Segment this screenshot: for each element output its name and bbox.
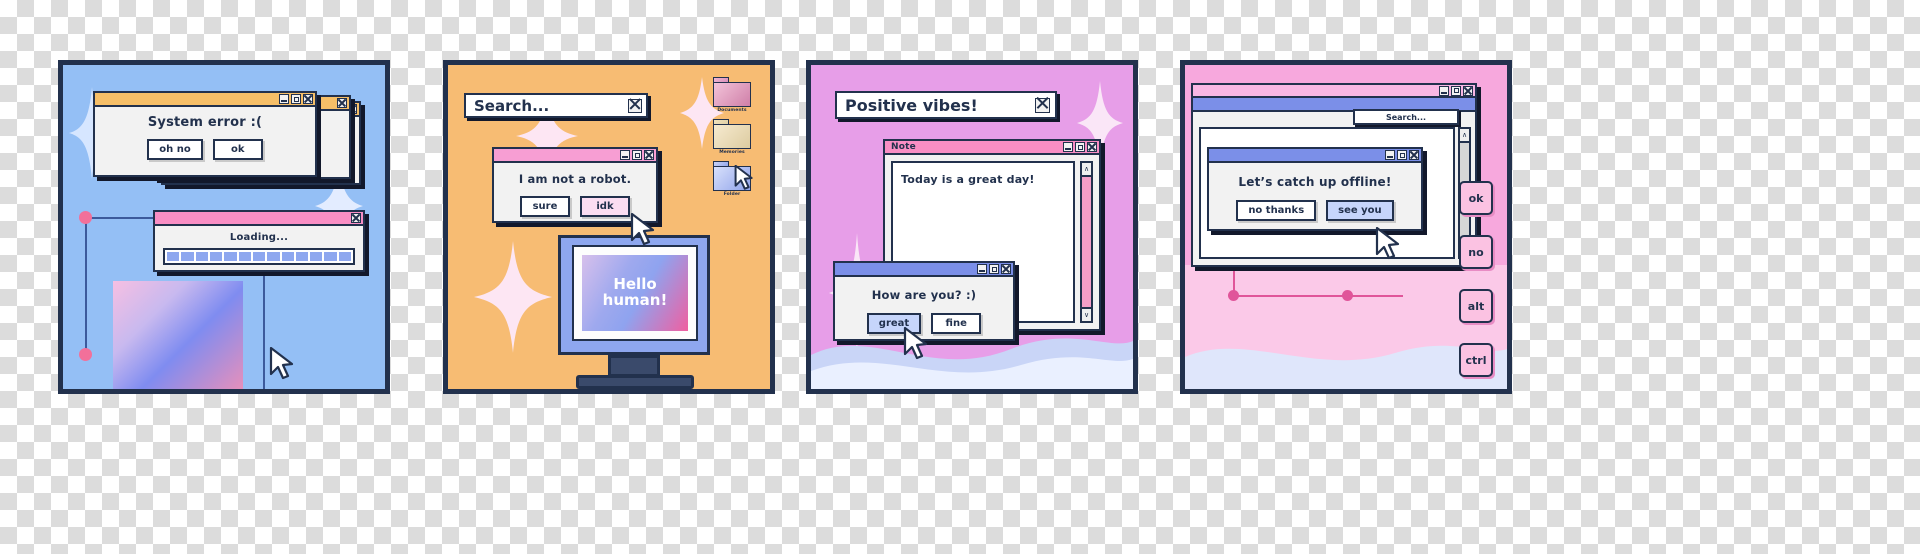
connector-dot bbox=[1342, 290, 1353, 301]
search-bar[interactable]: Search... bbox=[464, 93, 648, 118]
key-ctrl[interactable]: ctrl bbox=[1459, 343, 1493, 377]
window-system-error: System error :( oh no ok bbox=[93, 91, 317, 177]
ok-button[interactable]: ok bbox=[212, 139, 263, 160]
connector-line-horizontal bbox=[1233, 295, 1403, 297]
folder-icon bbox=[713, 77, 751, 107]
progress-bar bbox=[163, 248, 355, 265]
oh-no-button[interactable]: oh no bbox=[147, 139, 203, 160]
connector-dot bbox=[1228, 290, 1239, 301]
maximize-icon[interactable] bbox=[632, 150, 642, 160]
note-scrollbar[interactable]: ∧ ∨ bbox=[1080, 161, 1093, 323]
panel-not-a-robot: Search... Documents Memories Folder Hell… bbox=[443, 60, 775, 394]
sparkle-icon bbox=[474, 241, 552, 353]
key-alt[interactable]: alt bbox=[1459, 289, 1493, 323]
window-not-a-robot: I am not a robot. sure idk bbox=[492, 147, 658, 223]
robot-message: I am not a robot. bbox=[518, 172, 632, 186]
folder-documents[interactable]: Documents bbox=[712, 77, 752, 113]
minimize-icon[interactable] bbox=[620, 150, 630, 160]
window-catch-up: Let’s catch up offline! no thanks see yo… bbox=[1207, 147, 1423, 231]
close-icon[interactable] bbox=[1463, 85, 1473, 96]
search-bar[interactable]: Search... bbox=[1353, 109, 1459, 125]
close-icon[interactable] bbox=[351, 213, 361, 223]
scroll-up-button[interactable]: ∧ bbox=[1460, 129, 1469, 143]
window-title: Note bbox=[891, 142, 916, 152]
close-icon[interactable] bbox=[644, 150, 654, 160]
maximize-icon[interactable] bbox=[291, 94, 301, 104]
idk-button[interactable]: idk bbox=[580, 196, 630, 217]
close-icon[interactable] bbox=[303, 94, 313, 104]
scrollbar-thumb[interactable] bbox=[1082, 177, 1091, 307]
folder-label: Memories bbox=[719, 150, 745, 155]
panel-catch-up: ∧ ∨ Search... Let’s catch up offline! no… bbox=[1180, 60, 1512, 394]
search-input[interactable]: Search... bbox=[1355, 113, 1457, 122]
monitor-base bbox=[576, 375, 694, 389]
header-positive-vibes: Positive vibes! bbox=[835, 91, 1057, 119]
no-thanks-button[interactable]: no thanks bbox=[1236, 200, 1317, 221]
close-icon[interactable] bbox=[1035, 97, 1050, 113]
minimize-icon[interactable] bbox=[1385, 150, 1395, 160]
fine-button[interactable]: fine bbox=[931, 313, 982, 334]
folder-label: Documents bbox=[717, 108, 747, 113]
connector-dot bbox=[79, 211, 92, 224]
page-title: Positive vibes! bbox=[845, 95, 978, 115]
connector-line-vertical-2 bbox=[263, 273, 265, 389]
minimize-icon[interactable] bbox=[1063, 142, 1073, 152]
gradient-artwork bbox=[113, 281, 243, 389]
screen-text-line2: human! bbox=[602, 291, 668, 309]
mood-message: How are you? :) bbox=[871, 288, 977, 302]
error-message: System error :( bbox=[147, 115, 263, 130]
close-icon[interactable] bbox=[1087, 142, 1097, 152]
minimize-icon[interactable] bbox=[977, 264, 987, 274]
maximize-icon[interactable] bbox=[1075, 142, 1085, 152]
folder-icon bbox=[713, 119, 751, 149]
scroll-down-button[interactable]: ∨ bbox=[1082, 307, 1091, 321]
panel-positive-vibes: Positive vibes! Note Today is a great da… bbox=[806, 60, 1138, 394]
window-loading: Loading... bbox=[153, 210, 365, 272]
close-icon[interactable] bbox=[337, 98, 347, 108]
minimize-icon[interactable] bbox=[279, 94, 289, 104]
key-ok[interactable]: ok bbox=[1459, 181, 1493, 215]
maximize-icon[interactable] bbox=[1397, 150, 1407, 160]
monitor-screen-image: Hello human! bbox=[582, 255, 688, 331]
connector-dot bbox=[79, 348, 92, 361]
close-icon[interactable] bbox=[1001, 264, 1011, 274]
search-input[interactable]: Search... bbox=[466, 97, 628, 115]
connector-line-vertical bbox=[85, 217, 87, 357]
catchup-message: Let’s catch up offline! bbox=[1238, 175, 1392, 189]
monitor-neck bbox=[608, 355, 660, 377]
note-text: Today is a great day! bbox=[901, 173, 1035, 186]
folder-label: Folder bbox=[723, 192, 741, 197]
maximize-icon[interactable] bbox=[1451, 85, 1461, 96]
panel-system-error: System error :( oh no ok Loading... bbox=[58, 60, 390, 394]
monitor-screen: Hello human! bbox=[572, 245, 698, 341]
maximize-icon[interactable] bbox=[989, 264, 999, 274]
sure-button[interactable]: sure bbox=[520, 196, 570, 217]
loading-label: Loading... bbox=[229, 232, 289, 243]
folder-memories[interactable]: Memories bbox=[712, 119, 752, 155]
scroll-up-button[interactable]: ∧ bbox=[1082, 163, 1091, 177]
close-icon[interactable] bbox=[628, 98, 642, 113]
see-you-button[interactable]: see you bbox=[1326, 200, 1394, 221]
close-icon[interactable] bbox=[1409, 150, 1419, 160]
minimize-icon[interactable] bbox=[1439, 85, 1449, 96]
key-no[interactable]: no bbox=[1459, 235, 1493, 269]
